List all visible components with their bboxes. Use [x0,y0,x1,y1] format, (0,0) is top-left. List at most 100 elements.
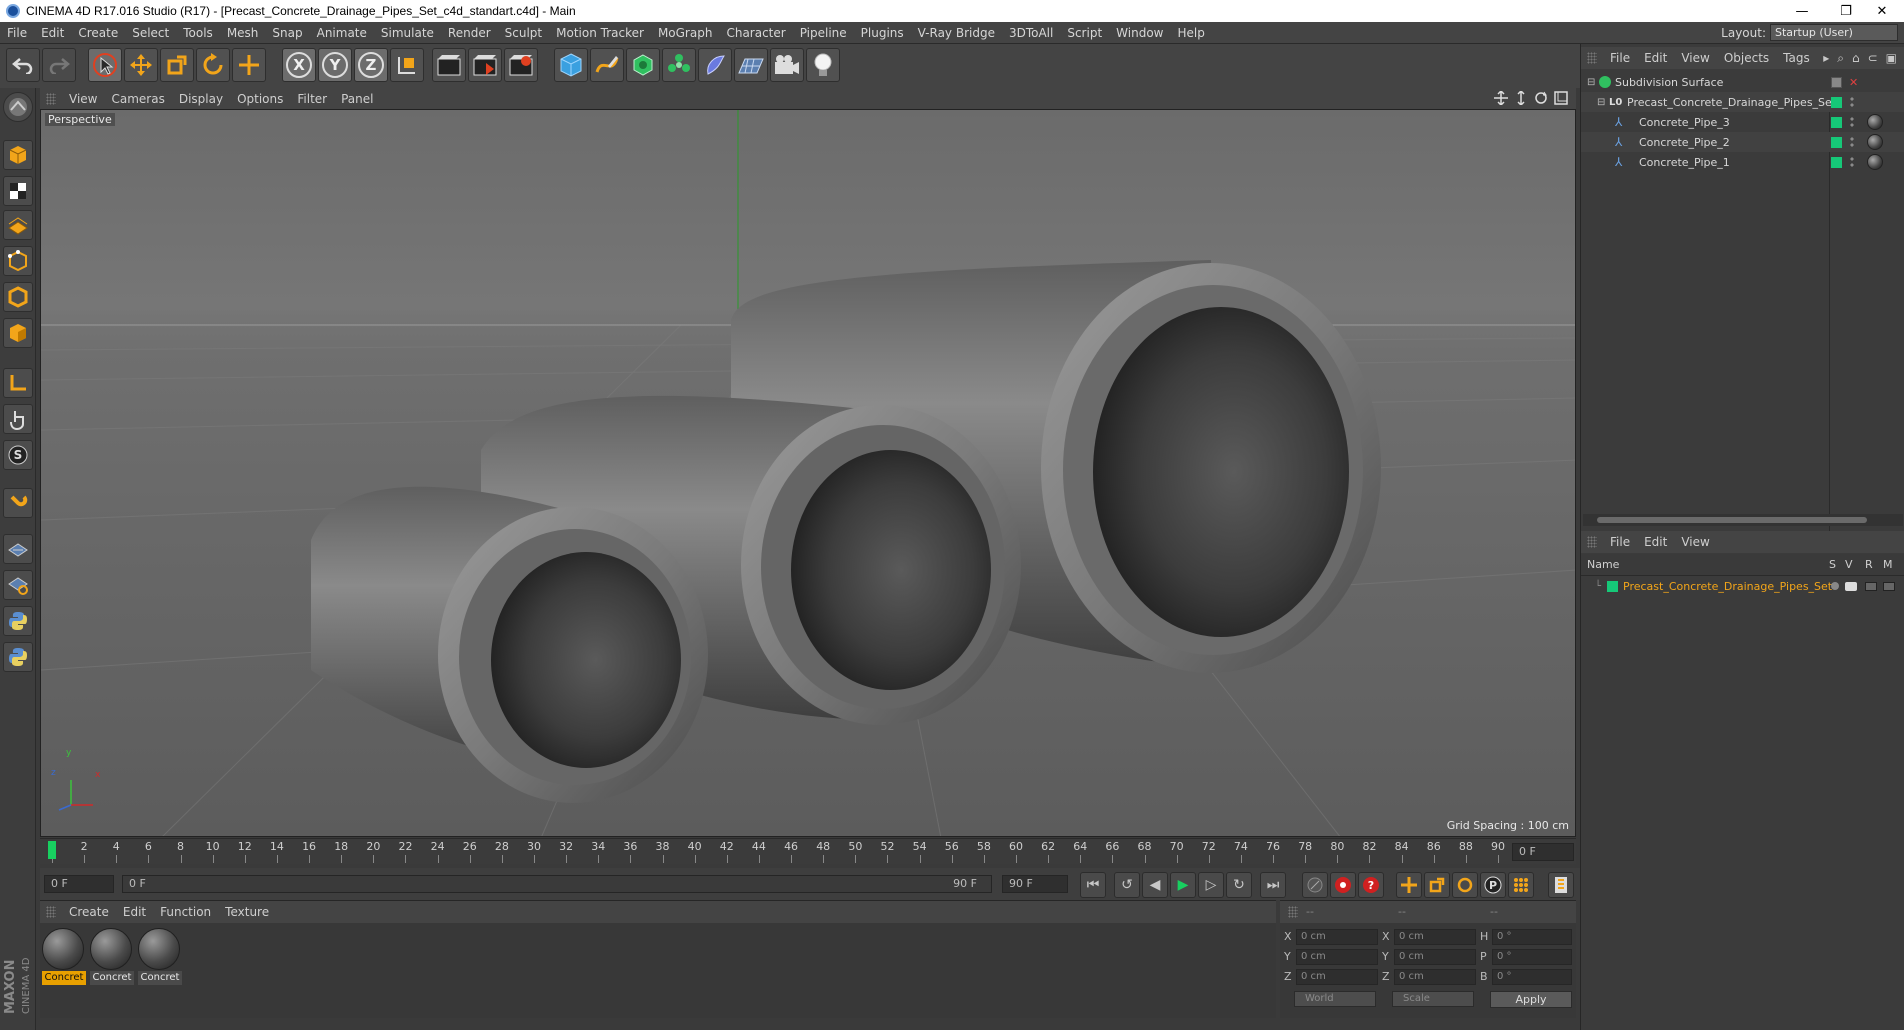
coordinate-grip-icon[interactable] [1288,906,1298,918]
menu-snap[interactable]: Snap [265,26,309,40]
next-frame-icon[interactable]: ▷ [1198,872,1224,898]
recent-tools-icon[interactable] [232,48,266,82]
render-flag-icon[interactable] [1865,581,1877,591]
move-tool-icon[interactable] [124,48,158,82]
menu-render[interactable]: Render [441,26,498,40]
layer-color-icon[interactable] [1831,156,1842,168]
bookmark-icon[interactable]: ⊂ [1868,51,1878,66]
layers-menu-edit[interactable]: Edit [1637,535,1674,549]
workplane-icon[interactable] [3,210,33,240]
object-row-pipe-3[interactable]: ⅄ Concrete_Pipe_3 [1581,112,1904,132]
size-z-field[interactable]: 0 cm [1394,969,1476,985]
disable-check-icon[interactable]: ✕ [1849,76,1858,89]
menu-tools[interactable]: Tools [176,26,220,40]
object-row-pipes-set[interactable]: ⊟ L0 Precast_Concrete_Drainage_Pipes_Set [1581,92,1904,112]
timeline-ruler[interactable]: 0246810121416182022242628303234363840424… [40,838,1576,864]
key-parameter-icon[interactable]: P [1480,872,1506,898]
key-position-icon[interactable] [1396,872,1422,898]
z-axis-lock-button[interactable]: Z [354,48,388,82]
make-editable-icon[interactable] [3,92,33,122]
timeline-window-icon[interactable] [1548,872,1574,898]
frame-range-slider[interactable]: 0 F 90 F [122,875,992,893]
position-z-field[interactable]: 0 cm [1296,969,1378,985]
live-selection-icon[interactable] [88,48,122,82]
camera-icon[interactable] [770,48,804,82]
playhead[interactable] [48,841,56,859]
light-icon[interactable] [806,48,840,82]
viewport-menu-filter[interactable]: Filter [290,92,334,106]
y-axis-lock-button[interactable]: Y [318,48,352,82]
layer-flag-icon[interactable] [1831,76,1842,88]
objects-menu-tags[interactable]: Tags [1776,51,1817,65]
record-active-icon[interactable] [1330,872,1356,898]
menu-script[interactable]: Script [1060,26,1109,40]
menu-create[interactable]: Create [71,26,125,40]
menu-animate[interactable]: Animate [310,26,374,40]
solo-dot-icon[interactable] [1831,582,1839,590]
object-manager-scrollbar[interactable] [1583,514,1903,526]
render-settings-icon[interactable] [504,48,538,82]
menu-select[interactable]: Select [125,26,176,40]
redo-icon[interactable] [42,48,76,82]
record-keys-off-icon[interactable] [1302,872,1328,898]
polygons-mode-icon[interactable] [3,318,33,348]
menu-mograph[interactable]: MoGraph [651,26,720,40]
render-to-picture-viewer-icon[interactable] [468,48,502,82]
coordinate-system-icon[interactable] [390,48,424,82]
size-y-field[interactable]: 0 cm [1394,949,1476,965]
material-swatch[interactable]: Concret [90,928,134,986]
perspective-viewport[interactable]: Perspective y z x Grid Spacing : 100 cm [40,109,1576,837]
pan-view-icon[interactable] [1494,91,1508,105]
cube-primitive-icon[interactable] [554,48,588,82]
coordinate-space-dropdown[interactable]: World [1294,991,1376,1007]
layer-color-icon[interactable] [1831,96,1842,108]
material-grip-icon[interactable] [46,906,56,918]
snap-settings-icon[interactable]: S [3,440,33,470]
viewport-menu-display[interactable]: Display [172,92,230,106]
viewport-solo-icon[interactable] [3,534,33,564]
previous-frame-icon[interactable]: ◀ [1142,872,1168,898]
viewport-grip-icon[interactable] [46,92,56,105]
menu-file[interactable]: File [0,26,34,40]
rotate-tool-icon[interactable] [196,48,230,82]
zoom-view-icon[interactable] [1514,91,1528,105]
viewport-menu-cameras[interactable]: Cameras [104,92,171,106]
previous-key-icon[interactable]: ↺ [1114,872,1140,898]
menu-edit[interactable]: Edit [34,26,71,40]
layer-row[interactable]: └ Precast_Concrete_Drainage_Pipes_Set [1581,576,1904,596]
layout-select[interactable]: Startup (User) [1770,24,1898,41]
spline-pen-icon[interactable] [590,48,624,82]
layer-color-icon[interactable] [1831,136,1842,148]
objects-menu-edit[interactable]: Edit [1637,51,1674,65]
more-arrow-icon[interactable]: ▸ [1823,51,1829,66]
manager-flag-icon[interactable] [1883,581,1895,591]
key-pla-icon[interactable] [1508,872,1534,898]
close-button[interactable]: ✕ [1860,0,1904,22]
current-frame-field[interactable]: 0 F [44,875,114,893]
material-tag-icon[interactable] [1867,114,1883,130]
minimize-button[interactable]: — [1780,0,1824,22]
undo-icon[interactable] [6,48,40,82]
new-window-icon[interactable]: ▣ [1886,51,1897,66]
python-script-2-icon[interactable] [3,642,33,672]
layers-menu-view[interactable]: View [1674,535,1716,549]
material-swatch[interactable]: Concret [138,928,182,986]
objects-menu-view[interactable]: View [1674,51,1716,65]
position-y-field[interactable]: 0 cm [1296,949,1378,965]
layer-manager-grip-icon[interactable] [1587,536,1597,548]
collapse-toggle-icon[interactable]: ⊟ [1587,77,1595,88]
rotation-h-field[interactable]: 0 ° [1492,929,1572,945]
coordinate-mode-dropdown[interactable]: Scale [1392,991,1474,1007]
search-icon[interactable]: ⌕ [1837,51,1844,66]
material-tag-icon[interactable] [1867,134,1883,150]
object-row-pipe-2[interactable]: ⅄ Concrete_Pipe_2 [1581,132,1904,152]
menu-help[interactable]: Help [1170,26,1211,40]
layer-color-icon[interactable] [1607,580,1618,592]
deformer-icon[interactable] [698,48,732,82]
material-menu-edit[interactable]: Edit [116,905,153,919]
subdivision-surface-icon[interactable] [626,48,660,82]
menu-sculpt[interactable]: Sculpt [498,26,549,40]
viewport-menu-panel[interactable]: Panel [334,92,380,106]
scrollbar-thumb[interactable] [1597,517,1867,523]
menu-character[interactable]: Character [719,26,792,40]
